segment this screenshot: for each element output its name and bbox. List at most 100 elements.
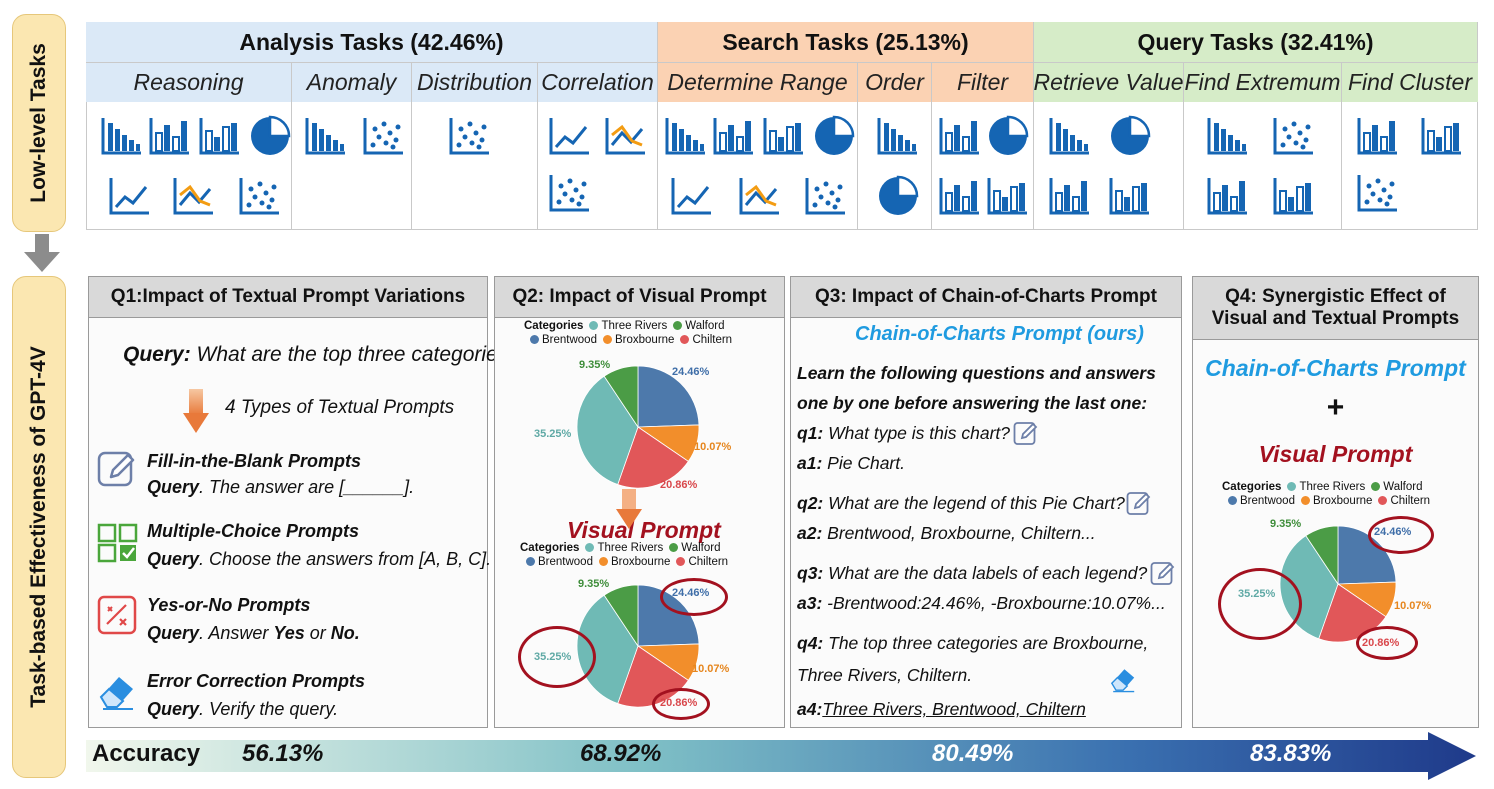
prompt-3-text: Query. Answer Yes or No. (147, 623, 360, 644)
q4-title: Q4: Synergistic Effect of Visual and Tex… (1193, 277, 1478, 340)
legend-label: Brentwood (542, 334, 597, 346)
q2-bottom-legend: Categories Three Rivers Walford Brentwood Br… (520, 542, 728, 568)
legend-swatch (585, 543, 595, 552)
q2-text: What are the legend of this Pie Chart? (828, 493, 1125, 513)
q3-q1: q1: What type is this chart? (797, 423, 1010, 444)
q4-title-line-2: Visual and Textual Prompts (1211, 308, 1460, 329)
query-text: What are the top three categories? (196, 343, 520, 366)
pencil-icon (1013, 422, 1038, 445)
highlight-circle (660, 578, 728, 616)
pencil-icon (1150, 562, 1175, 585)
orange-down-arrow-icon (616, 489, 642, 529)
q3-q2: q2: What are the legend of this Pie Char… (797, 493, 1125, 514)
types-label: 4 Types of Textual Prompts (225, 397, 455, 418)
grouped-bar-icon (1206, 175, 1250, 217)
legend-label: Chiltern (688, 556, 729, 568)
prompt-3-name: Yes-or-No Prompts (147, 595, 311, 615)
data-label: 35.25% (534, 428, 572, 440)
prompt-1-name: Fill-in-the-Blank Prompts (147, 451, 362, 471)
legend-label: Brentwood (538, 556, 593, 568)
subtask-find-extremum: Find Extremum (1184, 62, 1342, 102)
box-bar-icon (198, 115, 242, 157)
accuracy-q3: 80.49% (932, 740, 1014, 767)
accuracy-q4: 83.83% (1250, 740, 1332, 767)
q3-q3: q3: What are the data labels of each leg… (797, 563, 1147, 584)
legend-label: Walford (685, 320, 725, 332)
pie-chart-icon (248, 115, 292, 157)
prompt-2-query: Query (147, 549, 200, 569)
prompt-4-name: Error Correction Prompts (147, 671, 366, 691)
bar-chart-icon (304, 115, 348, 157)
q1-panel: Q1:Impact of Textual Prompt Variations Q… (88, 276, 520, 728)
a2-label: a2: (797, 523, 823, 543)
grouped-bar-icon (938, 175, 982, 217)
search-tasks-header: Search Tasks (25.13%) (658, 22, 1034, 62)
subtask-anomaly: Anomaly (292, 62, 412, 102)
legend-label: Chiltern (1390, 495, 1431, 507)
multi-line-icon (604, 115, 648, 157)
pie-chart-icon (1108, 115, 1152, 157)
eraser-icon (1110, 669, 1135, 693)
highlight-circle (518, 626, 596, 688)
q3-q4-line2: Three Rivers, Chiltern. (797, 665, 973, 685)
legend-swatch (589, 321, 599, 330)
legend-swatch (598, 557, 608, 566)
box-bar-icon (762, 115, 806, 157)
q4-coc: Chain-of-Charts Prompt (1205, 355, 1466, 381)
q3-a2: a2: Brentwood, Broxbourne, Chiltern... (797, 523, 1096, 544)
box-bar-icon (986, 175, 1030, 217)
pie-chart-icon (812, 115, 856, 157)
prompt-1-query: Query (147, 477, 200, 497)
a1-label: a1: (797, 453, 823, 473)
prompt-2-name: Multiple-Choice Prompts (147, 521, 360, 541)
a1-text: Pie Chart. (827, 453, 905, 473)
q1-title: Q1:Impact of Textual Prompt Variations (89, 277, 487, 318)
low-level-tasks-label: Low-level Tasks (12, 14, 66, 232)
q4-title-line-1: Q4: Synergistic Effect of (1225, 286, 1446, 307)
data-label: 20.86% (660, 479, 698, 491)
q3-a1: a1: Pie Chart. (797, 453, 905, 474)
accuracy-q2: 68.92% (580, 740, 662, 767)
q2-top-legend: Categories Three Rivers Walford Brentwood Br… (524, 320, 732, 346)
legend-label: Chiltern (692, 334, 733, 346)
q3-label: q3: (797, 563, 824, 583)
q3-subtitle: Chain-of-Charts Prompt (ours) (855, 323, 1144, 345)
data-label: 9.35% (579, 359, 611, 371)
prompt-2-rest: . Choose the answers from [A, B, C]. (199, 549, 492, 569)
legend-label: Three Rivers (601, 320, 668, 332)
q1-text: What type is this chart? (828, 423, 1011, 443)
legend-swatch (1371, 482, 1381, 491)
legend-swatch (1378, 496, 1388, 505)
legend-label: Three Rivers (597, 542, 664, 554)
subtask-distribution: Distribution (412, 62, 538, 102)
legend-label: Broxbourne (1312, 495, 1373, 507)
prompt-3-no: No. (330, 623, 360, 643)
multi-line-icon (172, 175, 216, 217)
scatter-icon (1272, 115, 1316, 157)
q2-top-pie (576, 365, 700, 489)
subtask-find-cluster: Find Cluster (1342, 62, 1478, 102)
data-label: 24.46% (672, 366, 710, 378)
grouped-bar-icon (1356, 115, 1400, 157)
a3-text: -Brentwood:24.46%, -Broxbourne:10.07%... (827, 593, 1166, 613)
q4-plus: + (1326, 391, 1345, 424)
data-label: 10.07% (694, 441, 732, 453)
q2-visual-prompt: Visual Prompt (567, 517, 721, 543)
subtask-order: Order (858, 62, 932, 102)
prompt-3-or: or (304, 623, 331, 643)
q1-label: q1: (797, 423, 824, 443)
scatter-icon (448, 115, 492, 157)
legend-label: Brentwood (1240, 495, 1295, 507)
prompt-3-yes: Yes (273, 623, 305, 643)
prompt-3-rest: . Answer (199, 623, 274, 643)
eraser-icon (99, 677, 133, 710)
box-bar-icon (1420, 115, 1464, 157)
legend-swatch (669, 543, 679, 552)
prompt-2-text: Query. Choose the answers from [A, B, C]… (147, 549, 491, 570)
scatter-icon (548, 172, 592, 214)
bar-chart-icon (876, 115, 920, 157)
subtask-correlation: Correlation (538, 62, 658, 102)
q3-title: Q3: Impact of Chain-of-Charts Prompt (791, 277, 1181, 318)
legend-label: Three Rivers (1299, 481, 1366, 493)
task-effectiveness-label: Task-based Effectiveness of GPT-4V (12, 276, 66, 778)
